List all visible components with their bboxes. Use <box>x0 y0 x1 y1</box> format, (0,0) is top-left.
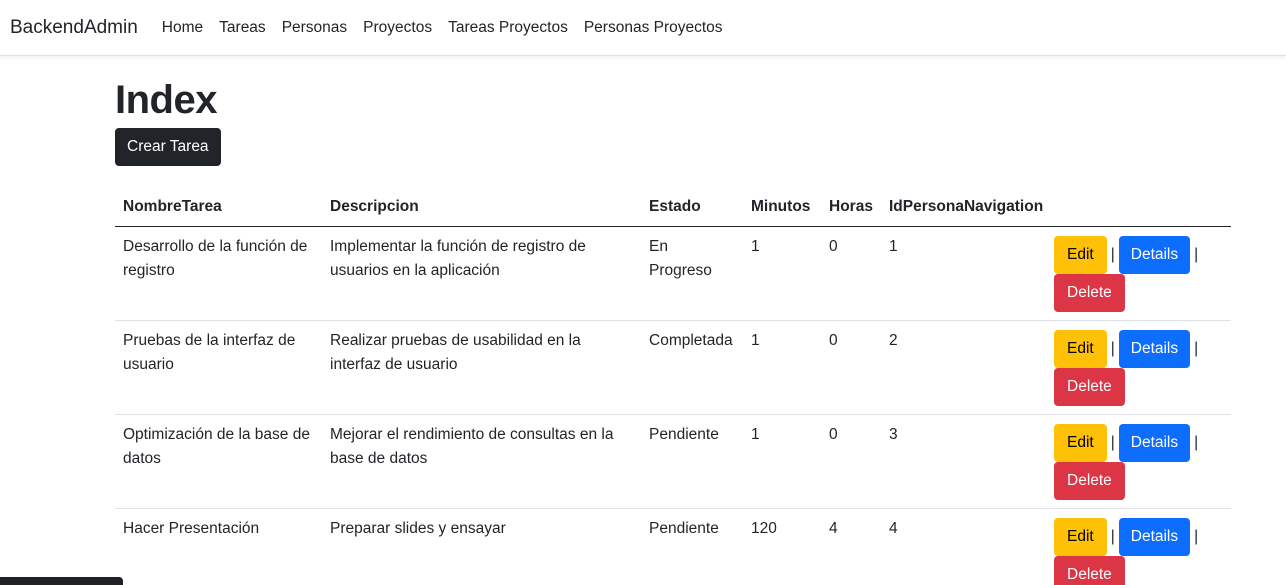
delete-button[interactable]: Delete <box>1054 367 1125 406</box>
brand-link[interactable]: BackendAdmin <box>10 17 138 39</box>
delete-button[interactable]: Delete <box>1054 273 1125 312</box>
cell-minutos: 1 <box>743 414 821 509</box>
action-separator: | <box>1194 433 1199 451</box>
cell-persona: 4 <box>889 519 898 537</box>
cell-horas: 0 <box>821 226 881 321</box>
cell-actions: Edit | Details | Delete <box>1054 226 1231 321</box>
delete-button[interactable]: Delete <box>1054 555 1125 585</box>
cell-actions: Edit | Details | Delete <box>1054 320 1231 415</box>
action-separator: | <box>1194 245 1199 263</box>
nav-link-tareas-proyectos[interactable]: Tareas Proyectos <box>448 19 568 37</box>
edit-button[interactable]: Edit <box>1054 329 1107 368</box>
nav-link-proyectos[interactable]: Proyectos <box>363 19 432 37</box>
header-minutos: Minutos <box>743 188 821 227</box>
cell-persona: 1 <box>881 226 1054 321</box>
browser-status-bar <box>0 577 123 585</box>
header-id-persona: IdPersonaNavigation <box>881 188 1054 227</box>
cell-estado: Completada <box>641 320 743 415</box>
edit-button[interactable]: Edit <box>1054 517 1107 556</box>
table-row: Pruebas de la interfaz de usuario Realiz… <box>115 320 1231 415</box>
cell-estado: En Progreso <box>641 226 743 321</box>
nav-link-home[interactable]: Home <box>162 19 203 37</box>
action-separator: | <box>1110 433 1115 451</box>
cell-descripcion: Mejorar el rendimiento de consultas en l… <box>322 414 641 509</box>
cell-nombre: Pruebas de la interfaz de usuario <box>115 320 322 415</box>
cell-horas: 4 <box>829 519 838 537</box>
details-button[interactable]: Details <box>1118 235 1191 274</box>
cell-descripcion: Implementar la función de registro de us… <box>322 226 641 321</box>
edit-button[interactable]: Edit <box>1054 423 1107 462</box>
cell-minutos: 1 <box>743 320 821 415</box>
cell-nombre: Desarrollo de la función de registro <box>115 226 322 321</box>
cell-persona: 2 <box>881 320 1054 415</box>
action-separator: | <box>1194 339 1199 357</box>
action-separator: | <box>1110 527 1115 545</box>
cell-horas: 0 <box>821 414 881 509</box>
cell-descripcion: Preparar slides y ensayar <box>330 519 506 537</box>
details-button[interactable]: Details <box>1118 423 1191 462</box>
edit-button[interactable]: Edit <box>1054 235 1107 274</box>
cell-minutos: 120 <box>751 519 777 537</box>
nav-link-tareas[interactable]: Tareas <box>219 19 266 37</box>
header-nombre-tarea: NombreTarea <box>115 188 322 227</box>
action-separator: | <box>1194 527 1199 545</box>
cell-nombre: Hacer Presentación <box>123 519 260 537</box>
tasks-table: NombreTarea Descripcion Estado Minutos H… <box>115 188 1231 585</box>
cell-actions: Edit | Details | Delete <box>1054 414 1231 509</box>
page-title: Index <box>115 78 217 122</box>
cell-nombre: Optimización de la base de datos <box>115 414 322 509</box>
cell-estado: Pendiente <box>649 519 719 537</box>
details-button[interactable]: Details <box>1118 329 1191 368</box>
action-separator: | <box>1110 245 1115 263</box>
cell-descripcion: Realizar pruebas de usabilidad en la int… <box>322 320 641 415</box>
cell-horas: 0 <box>821 320 881 415</box>
nav-link-personas[interactable]: Personas <box>282 19 347 37</box>
table-row: Desarrollo de la función de registro Imp… <box>115 226 1231 321</box>
delete-button[interactable]: Delete <box>1054 461 1125 500</box>
top-navbar: BackendAdmin Home Tareas Personas Proyec… <box>0 0 1286 56</box>
header-horas: Horas <box>821 188 881 227</box>
cell-minutos: 1 <box>743 226 821 321</box>
header-descripcion: Descripcion <box>322 188 641 227</box>
table-row: Optimización de la base de datos Mejorar… <box>115 414 1231 509</box>
cell-estado: Pendiente <box>641 414 743 509</box>
action-separator: | <box>1110 339 1115 357</box>
cell-actions: Edit | Details | Delete <box>1054 508 1231 585</box>
table-header: NombreTarea Descripcion Estado Minutos H… <box>115 188 1231 227</box>
nav-link-personas-proyectos[interactable]: Personas Proyectos <box>584 19 723 37</box>
header-estado: Estado <box>641 188 743 227</box>
details-button[interactable]: Details <box>1118 517 1191 556</box>
cell-persona: 3 <box>881 414 1054 509</box>
main-content: Index Crear Tarea NombreTarea Descripcio… <box>115 56 1231 585</box>
create-task-button[interactable]: Crear Tarea <box>115 128 221 166</box>
table-row: Hacer Presentación Preparar slides y ens… <box>115 508 1231 585</box>
header-actions <box>1054 188 1231 227</box>
